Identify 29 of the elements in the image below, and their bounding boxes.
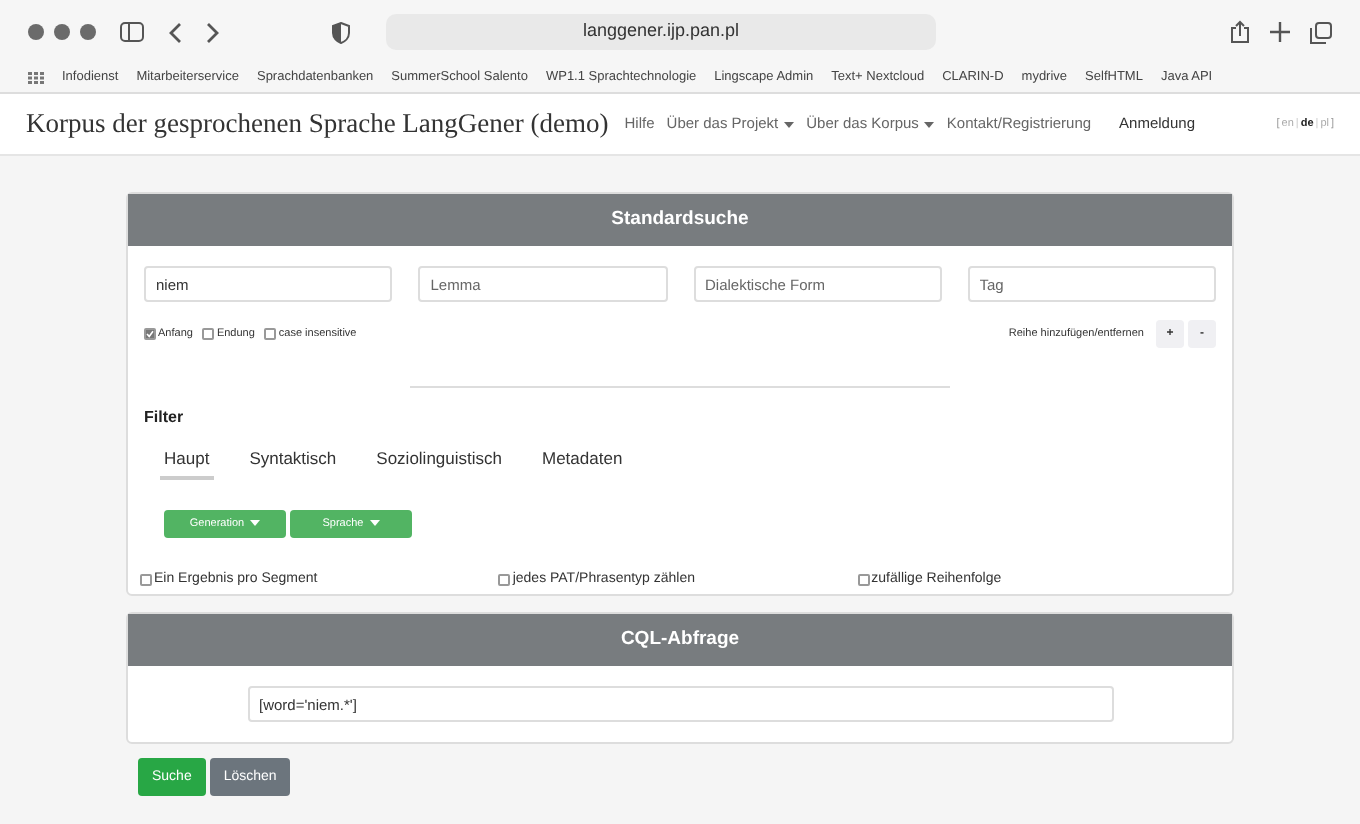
site-title[interactable]: Korpus der gesprochenen Sprache LangGener (demo) — [26, 103, 609, 145]
checkbox[interactable] — [264, 328, 277, 340]
caret-icon — [924, 121, 935, 127]
caret-icon — [369, 520, 380, 527]
filter-tab[interactable]: Haupt — [160, 446, 214, 480]
checkbox[interactable] — [857, 574, 870, 586]
filter-tab[interactable]: Soziolinguistisch — [372, 446, 506, 480]
grid-icon[interactable] — [28, 72, 44, 84]
caret-icon — [250, 520, 261, 527]
share-icon[interactable] — [1230, 20, 1250, 44]
tabs-icon[interactable] — [1310, 21, 1332, 43]
filter-tab[interactable]: Syntaktisch — [245, 446, 341, 480]
back-icon[interactable] — [168, 21, 182, 43]
checkbox[interactable] — [144, 328, 156, 340]
checkbox[interactable] — [498, 574, 511, 586]
panel-header: CQL-Abfrage — [128, 614, 1232, 667]
checkbox[interactable] — [140, 574, 152, 586]
filter-label: Filter — [144, 406, 186, 430]
sidebar-icon[interactable] — [120, 22, 144, 42]
caret-icon — [784, 121, 795, 127]
checkbox[interactable] — [202, 328, 215, 340]
filter-tab[interactable]: Metadaten — [538, 446, 627, 480]
panel-header: Standardsuche — [128, 194, 1232, 246]
address-bar[interactable]: langgener.ijp.pan.pl — [386, 14, 936, 50]
shield-icon[interactable] — [332, 21, 350, 43]
window-controls-icon[interactable] — [28, 24, 96, 40]
forward-icon[interactable] — [206, 21, 220, 43]
url-text: langgener.ijp.pan.pl — [582, 18, 740, 45]
plus-icon[interactable] — [1270, 22, 1290, 42]
